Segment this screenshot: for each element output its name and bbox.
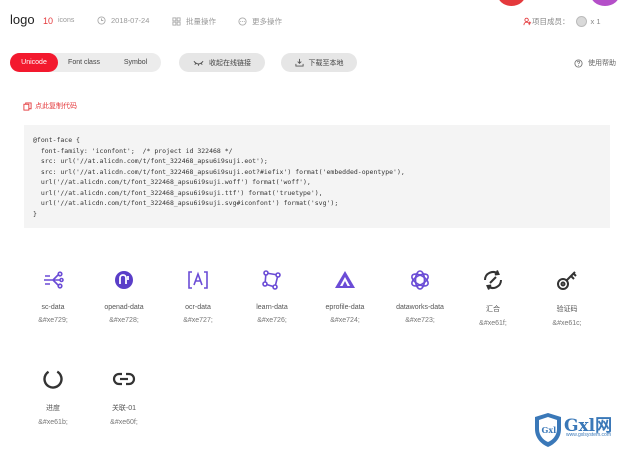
members-label: 项目成员： [532,17,570,26]
icon-name: dataworks-data [396,304,444,311]
download-button[interactable]: 下载至本地 [281,53,357,72]
help-label: 使用帮助 [588,60,616,67]
icon-code: &#xe727; [183,317,213,324]
download-icon [294,58,304,67]
watermark-sub: www.gxlsystem.com [566,432,612,438]
progress-ring-icon [43,369,63,389]
icon-name: sc-data [41,304,65,311]
icon-code: &#xe726; [257,317,287,324]
svg-text:Gxl: Gxl [542,425,557,435]
icon-card[interactable]: dataworks-data &#xe723; [383,268,457,324]
icon-count: 10 [43,16,54,26]
tab-font-class[interactable]: Font class [58,53,110,72]
icon-name: 验证码 [556,306,578,313]
more-icon [238,17,247,26]
icon-code: &#xe729; [38,317,68,324]
icon-code: &#xe61f; [479,320,507,327]
date-info: 2018-07-24 [97,16,149,25]
icon-name: 汇合 [486,306,500,313]
icon-card[interactable]: 进度 &#xe61b; [16,367,90,426]
icon-count-label: icons [58,17,75,24]
copy-icon [23,101,32,111]
ocr-bracket-a-icon [188,271,208,289]
interlocking-rings-icon [411,270,429,290]
learn-nodes-icon [262,270,281,290]
icon-card[interactable]: 验证码 &#xe61c; [530,268,604,327]
icon-card[interactable]: sc-data &#xe729; [16,268,90,324]
batch-button[interactable]: 批量操作 [172,16,216,27]
icon-name: 进度 [46,405,60,412]
triangle-stack-icon [335,271,355,288]
copy-code-link[interactable]: 点此复制代码 [23,101,77,111]
copy-label: 点此复制代码 [35,103,77,110]
icon-name: learn-data [256,304,288,311]
icon-card[interactable]: eprofile-data &#xe724; [308,268,382,324]
help-link[interactable]: 使用帮助 [574,58,616,68]
header: logo 10 icons 2018-07-24 批量操作 更多操作 项目成员：… [0,0,640,42]
icon-name: openad-data [104,304,144,311]
openad-icon [115,271,133,289]
merge-icon [484,270,502,290]
icon-code: &#xe60f; [110,419,138,426]
eye-closed-icon [193,60,204,66]
icon-name: 关联-01 [111,405,137,412]
members-icon [523,17,532,26]
icon-code: &#xe61c; [552,320,582,327]
icon-code: &#xe61b; [38,419,68,426]
more-label: 更多操作 [252,17,282,26]
question-icon [574,58,583,68]
batch-label: 批量操作 [186,17,216,26]
link-icon [112,372,136,386]
icon-code: &#xe723; [405,317,435,324]
font-face-code[interactable]: @font-face { font-family: 'iconfont'; /*… [24,125,610,228]
user-avatar-circle[interactable] [497,0,526,6]
download-label: 下载至本地 [308,59,344,67]
more-button[interactable]: 更多操作 [238,16,282,27]
format-tabs: Unicode Font class Symbol [10,53,161,72]
date-text: 2018-07-24 [111,16,150,25]
avatar[interactable] [575,16,587,27]
icon-card[interactable]: openad-data &#xe728; [87,268,161,324]
icon-code: &#xe728; [109,317,139,324]
members-count: x 1 [590,17,601,26]
icon-name: eprofile-data [325,304,365,311]
tab-symbol[interactable]: Symbol [110,53,161,72]
clock-icon [97,16,106,25]
project-avatar-circle[interactable] [590,0,620,6]
network-nodes-icon [44,271,64,289]
icon-card[interactable]: ocr-data &#xe727; [161,268,235,324]
grid-icon [172,17,181,26]
icon-card[interactable]: 关联-01 &#xe60f; [87,367,161,426]
project-members[interactable]: 项目成员： x 1 [523,16,601,27]
tab-unicode[interactable]: Unicode [10,53,58,72]
collapse-label: 收起在线链接 [209,59,251,67]
icon-card[interactable]: 汇合 &#xe61f; [456,268,530,327]
key-icon [557,271,577,290]
icon-name: ocr-data [185,304,211,311]
project-title: logo [10,12,35,27]
collapse-online-link-button[interactable]: 收起在线链接 [179,53,265,72]
icon-code: &#xe724; [330,317,360,324]
icon-card[interactable]: learn-data &#xe726; [235,268,309,324]
